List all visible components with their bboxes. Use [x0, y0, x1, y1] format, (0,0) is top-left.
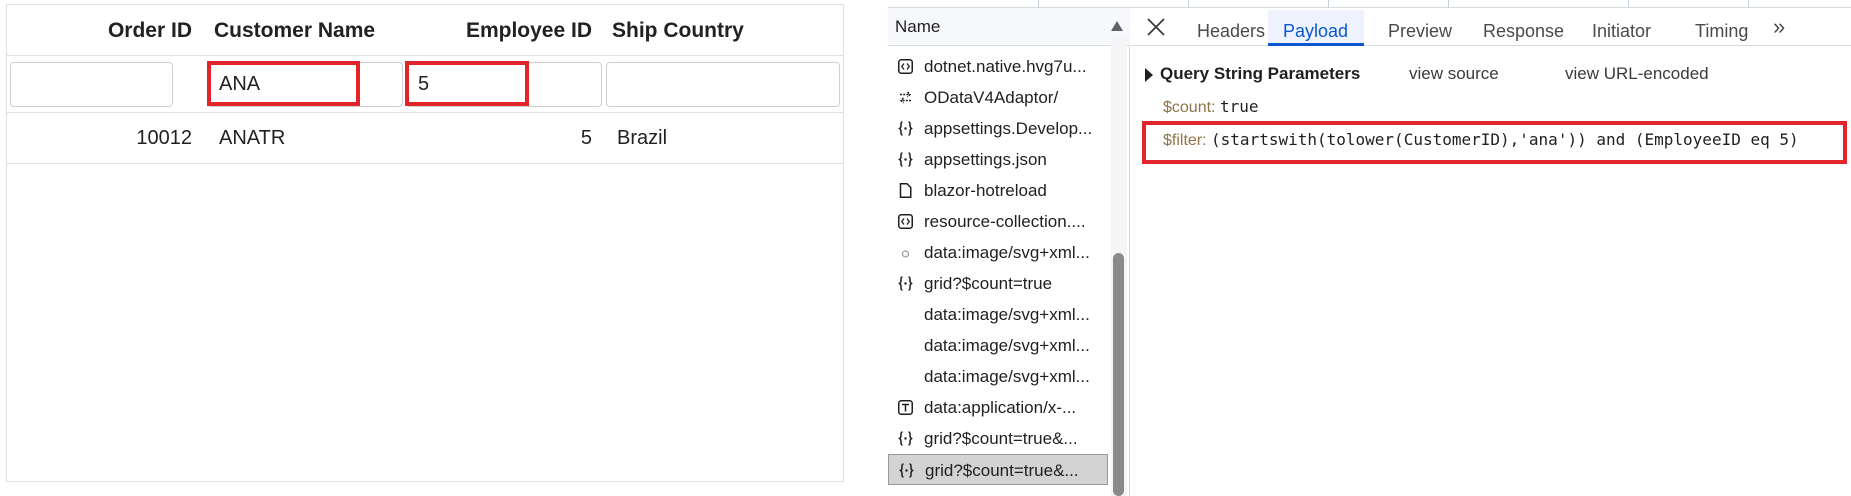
column-header-customer-name[interactable]: Customer Name: [214, 5, 375, 56]
request-item-label: grid?$count=true&...: [924, 429, 1078, 448]
request-item[interactable]: blazor-hotreload: [888, 175, 1108, 206]
request-item-label: dotnet.native.hvg7u...: [924, 57, 1087, 76]
image-icon: [901, 250, 910, 258]
json-icon: [898, 121, 913, 136]
script-icon: [898, 214, 913, 229]
request-item[interactable]: ODataV4Adaptor/: [888, 82, 1108, 113]
request-item[interactable]: appsettings.Develop...: [888, 113, 1108, 144]
tab-headers[interactable]: Headers: [1197, 8, 1265, 46]
request-item-label: data:image/svg+xml...: [924, 305, 1090, 324]
request-item[interactable]: dotnet.native.hvg7u...: [888, 51, 1108, 82]
request-item[interactable]: data:image/svg+xml...: [888, 237, 1108, 268]
param-count-row: $count: true: [1163, 94, 1258, 121]
sort-ascending-icon[interactable]: [1111, 21, 1123, 31]
json-icon: [898, 152, 913, 167]
close-icon[interactable]: [1145, 16, 1167, 38]
view-source-link[interactable]: view source: [1409, 60, 1499, 88]
order-id-filter-input[interactable]: [10, 62, 173, 107]
customer-name-filter-input[interactable]: ANA: [207, 62, 403, 107]
request-item[interactable]: data:application/x-...: [888, 392, 1108, 423]
param-value: (startswith(tolower(CustomerID),'ana')) …: [1211, 130, 1799, 149]
document-icon: [899, 183, 912, 198]
column-header-ship-country[interactable]: Ship Country: [612, 5, 744, 56]
active-tab-indicator: [1268, 43, 1364, 46]
request-item[interactable]: data:image/svg+xml...: [888, 361, 1108, 392]
request-item[interactable]: grid?$count=true: [888, 268, 1108, 299]
fetch-icon: [899, 91, 912, 104]
ship-country-cell: Brazil: [617, 127, 668, 149]
json-icon: [899, 463, 914, 478]
filter-row: ANA 5: [7, 56, 843, 113]
request-item-label: resource-collection....: [924, 212, 1086, 231]
table-row[interactable]: 10012 ANATR 5 Brazil: [7, 113, 843, 164]
request-item-label: grid?$count=true: [924, 274, 1053, 293]
order-id-cell: 10012: [136, 127, 192, 149]
request-list-scrollbar-thumb[interactable]: [1113, 253, 1124, 496]
request-item[interactable]: data:image/svg+xml...: [888, 330, 1108, 361]
view-url-encoded-link[interactable]: view URL-encoded: [1565, 60, 1709, 88]
json-icon: [898, 431, 913, 446]
data-grid: Order ID Customer Name Employee ID Ship …: [6, 4, 844, 482]
more-tabs-icon[interactable]: »: [1773, 16, 1793, 38]
expand-triangle-icon[interactable]: [1145, 68, 1153, 82]
request-item-label: appsettings.json: [924, 150, 1047, 169]
request-item-label: grid?$count=true&...: [925, 461, 1079, 480]
param-filter-row: $filter: (startswith(tolower(CustomerID)…: [1163, 127, 1799, 154]
name-column-label: Name: [895, 17, 941, 36]
request-item-selected[interactable]: grid?$count=true&...: [888, 454, 1108, 485]
customer-name-cell: ANATR: [219, 127, 286, 149]
devtools-network-panel: Name dotnet.native.hvg7u... ODataV4Adapt…: [888, 0, 1851, 496]
request-item-label: data:image/svg+xml...: [924, 336, 1090, 355]
employee-id-filter-input[interactable]: 5: [406, 62, 602, 107]
request-item-label: ODataV4Adaptor/: [924, 88, 1059, 107]
script-icon: [898, 59, 913, 74]
employee-id-cell: 5: [580, 127, 592, 149]
tab-timing[interactable]: Timing: [1695, 8, 1748, 46]
param-key: $filter:: [1163, 132, 1207, 149]
request-item[interactable]: resource-collection....: [888, 206, 1108, 237]
param-value: true: [1219, 97, 1259, 116]
request-list-panel: Name dotnet.native.hvg7u... ODataV4Adapt…: [888, 8, 1130, 496]
param-key: $count:: [1163, 99, 1216, 116]
ship-country-filter-input[interactable]: [606, 62, 840, 107]
request-item[interactable]: appsettings.json: [888, 144, 1108, 175]
request-item-label: data:image/svg+xml...: [924, 243, 1090, 262]
tab-response[interactable]: Response: [1483, 8, 1564, 46]
details-tabbar: Headers Payload Preview Response Initiat…: [1131, 8, 1851, 46]
request-details-panel: Headers Payload Preview Response Initiat…: [1131, 8, 1851, 496]
request-item[interactable]: grid?$count=true&...: [888, 423, 1108, 454]
request-item-label: data:image/svg+xml...: [924, 367, 1090, 386]
section-title: Query String Parameters: [1160, 64, 1361, 83]
tab-initiator[interactable]: Initiator: [1592, 8, 1651, 46]
query-string-parameters-section[interactable]: Query String Parameters view source view…: [1131, 60, 1851, 88]
tab-payload[interactable]: Payload: [1283, 8, 1348, 46]
name-column-header[interactable]: Name: [888, 8, 1130, 46]
grid-header: Order ID Customer Name Employee ID Ship …: [7, 5, 843, 56]
font-icon: [898, 400, 913, 415]
json-icon: [898, 276, 913, 291]
request-item[interactable]: data:image/svg+xml...: [888, 299, 1108, 330]
request-item-label: data:application/x-...: [924, 398, 1077, 417]
column-header-order-id[interactable]: Order ID: [108, 5, 192, 56]
timeline-ruler: [888, 0, 1851, 8]
request-item-label: appsettings.Develop...: [924, 119, 1093, 138]
request-item-label: blazor-hotreload: [924, 181, 1047, 200]
tab-preview[interactable]: Preview: [1388, 8, 1452, 46]
column-header-employee-id[interactable]: Employee ID: [466, 5, 592, 56]
